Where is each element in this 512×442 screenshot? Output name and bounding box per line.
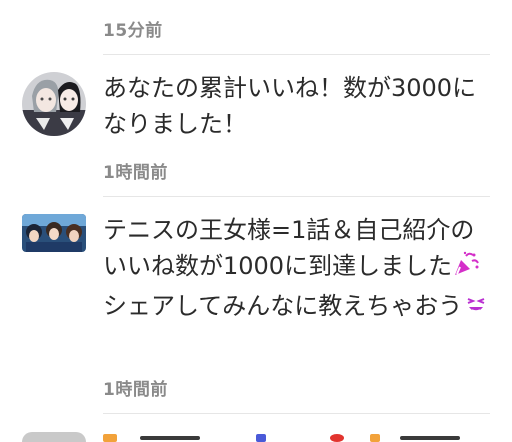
divider — [103, 196, 490, 197]
avatar-icon — [22, 432, 86, 442]
emoji-icon — [103, 434, 117, 442]
notification-time: 1時間前 — [103, 163, 168, 183]
next-notification-partial — [0, 428, 512, 442]
avatar-tennis-group-icon — [22, 214, 86, 252]
notification-message[interactable]: あなたの累計いいね！数が3000になりました！ — [103, 70, 493, 142]
notification-message-text: テニスの王女様=1話＆自己紹介のいいね数が1000に到達しました — [103, 216, 475, 280]
avatar-two-characters-icon — [22, 72, 86, 136]
notification-message[interactable]: テニスの王女様=1話＆自己紹介のいいね数が1000に到達しました シェアしてみん… — [103, 212, 493, 328]
avatar-icon[interactable] — [22, 214, 86, 252]
emoji-icon — [370, 434, 380, 442]
divider — [103, 54, 490, 55]
party-popper-icon — [452, 250, 480, 288]
notification-feed: 15分前 あなたの累計いいね！数が3000になりました！ 1時間前 テニスの王女… — [0, 0, 512, 442]
notification-time: 1時間前 — [103, 380, 168, 400]
notification-time: 15分前 — [103, 21, 163, 41]
notification-message-text: シェアしてみんなに教えちゃおう — [103, 292, 463, 320]
emoji-icon — [330, 434, 344, 442]
avatar-icon[interactable] — [22, 72, 86, 136]
emoji-icon — [256, 434, 266, 442]
grinning-squinting-face-icon — [462, 290, 490, 328]
divider — [103, 413, 490, 414]
